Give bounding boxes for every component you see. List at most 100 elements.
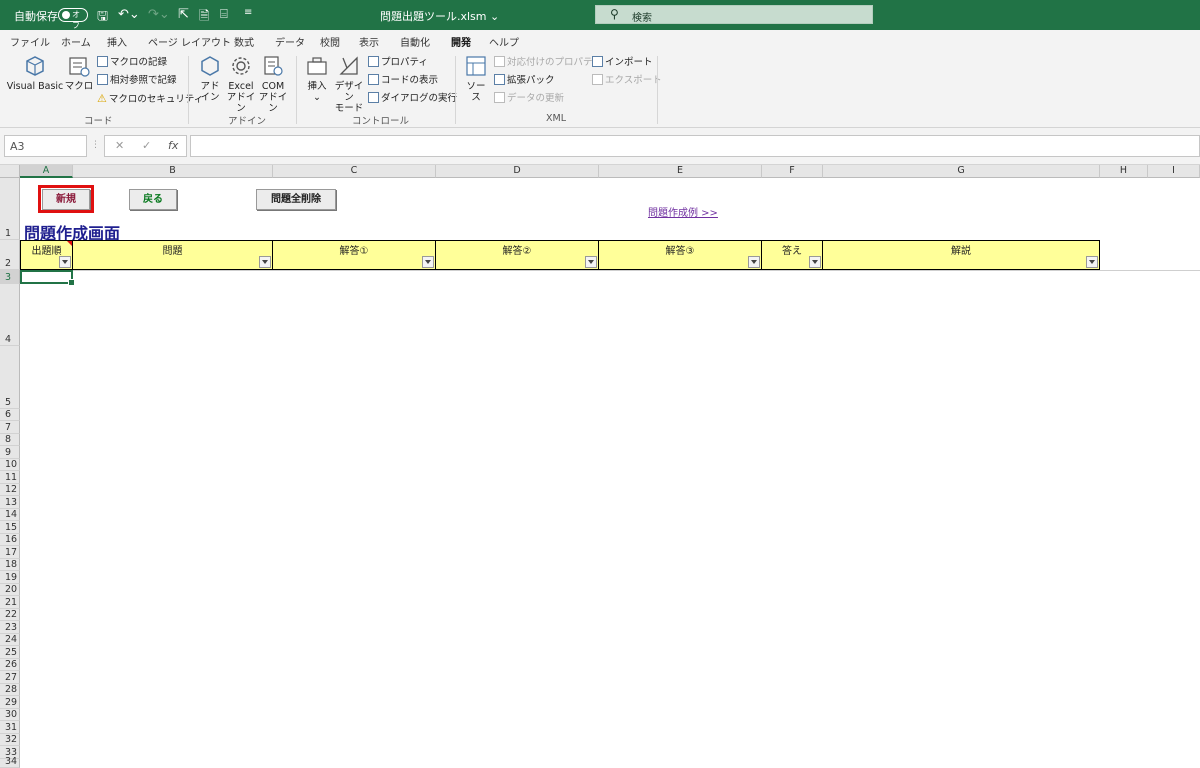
row-header-9[interactable]: 9 (0, 446, 20, 459)
row-header-31[interactable]: 31 (0, 721, 20, 734)
filter-dropdown-icon[interactable] (59, 256, 71, 268)
com-addins-button[interactable]: COM アドイン (258, 54, 288, 114)
delete-all-questions-button[interactable]: 問題全削除 (256, 189, 336, 210)
column-header-c[interactable]: C (273, 165, 436, 178)
row-header-23[interactable]: 23 (0, 621, 20, 634)
text-box-icon[interactable]: ⌸ (220, 7, 228, 22)
tab-insert[interactable]: 挿入 (107, 34, 127, 49)
expansion-packs-button[interactable]: 拡張パック (494, 74, 555, 89)
warning-icon: ⚠ (97, 92, 107, 105)
row-header-14[interactable]: 14 (0, 509, 20, 521)
row-header-4[interactable]: 4 (0, 284, 20, 346)
relative-reference-button[interactable]: 相対参照で記録 (97, 74, 177, 89)
map-properties-button[interactable]: 対応付けのプロパティ (494, 56, 601, 71)
column-header-g[interactable]: G (823, 165, 1100, 178)
row-header-30[interactable]: 30 (0, 709, 20, 721)
column-header-f[interactable]: F (762, 165, 823, 178)
tab-page-layout[interactable]: ページ レイアウト (148, 34, 231, 49)
filter-dropdown-icon[interactable] (1086, 256, 1098, 268)
design-mode-label-1: デザイン (334, 81, 364, 103)
insert-function-icon[interactable]: fx (168, 139, 178, 152)
row-header-15[interactable]: 15 (0, 521, 20, 534)
customize-qat-icon[interactable]: ≡ (244, 7, 252, 18)
tab-automate[interactable]: 自動化 (400, 34, 430, 49)
tab-home[interactable]: ホーム (61, 34, 91, 49)
view-code-button[interactable]: コードの表示 (368, 74, 438, 89)
row-header-19[interactable]: 19 (0, 571, 20, 584)
addins-button[interactable]: アド イン (196, 54, 224, 103)
column-header-e[interactable]: E (599, 165, 762, 178)
name-box[interactable]: A3 (4, 135, 87, 157)
example-link[interactable]: 問題作成例 >> (648, 204, 718, 219)
back-button[interactable]: 戻る (129, 189, 177, 210)
select-all-corner[interactable] (0, 165, 20, 178)
cancel-icon[interactable]: ✕ (115, 139, 124, 152)
filter-dropdown-icon[interactable] (809, 256, 821, 268)
row-header-1[interactable]: 1 (0, 178, 20, 240)
row-header-10[interactable]: 10 (0, 459, 20, 471)
autosave-toggle[interactable]: オフ (58, 8, 88, 30)
tab-help[interactable]: ヘルプ (489, 34, 519, 49)
insert-control-button[interactable]: 挿入 ⌄ (302, 54, 332, 103)
row-header-2[interactable]: 2 (0, 240, 20, 270)
column-header-h[interactable]: H (1100, 165, 1148, 178)
macro-button[interactable]: マクロ (64, 54, 94, 92)
filter-dropdown-icon[interactable] (585, 256, 597, 268)
design-mode-button[interactable]: デザイン モード (332, 54, 366, 114)
row-header-16[interactable]: 16 (0, 534, 20, 546)
row-header-5[interactable]: 5 (0, 346, 20, 409)
excel-addins-button[interactable]: Excel アドイン (226, 54, 256, 114)
row-header-17[interactable]: 17 (0, 546, 20, 559)
row-header-6[interactable]: 6 (0, 409, 20, 421)
row-header-25[interactable]: 25 (0, 646, 20, 659)
tab-data[interactable]: データ (275, 34, 305, 49)
source-button[interactable]: ソース (462, 54, 490, 103)
column-header-i[interactable]: I (1148, 165, 1200, 178)
row-header-34[interactable]: 34 (0, 756, 20, 768)
row-header-22[interactable]: 22 (0, 609, 20, 621)
row-header-28[interactable]: 28 (0, 684, 20, 696)
row-header-21[interactable]: 21 (0, 596, 20, 609)
active-cell-a3[interactable] (20, 270, 75, 286)
column-header-a[interactable]: A (20, 165, 73, 178)
column-header-b[interactable]: B (73, 165, 273, 178)
import-button[interactable]: インポート (592, 56, 653, 71)
refresh-data-button[interactable]: データの更新 (494, 92, 564, 107)
tab-file[interactable]: ファイル (10, 34, 50, 49)
tab-formulas[interactable]: 数式 (234, 34, 254, 49)
row-header-32[interactable]: 32 (0, 734, 20, 746)
row-header-11[interactable]: 11 (0, 471, 20, 484)
export-button[interactable]: エクスポート (592, 74, 662, 89)
row-header-12[interactable]: 12 (0, 484, 20, 496)
filter-dropdown-icon[interactable] (422, 256, 434, 268)
comment-indicator[interactable] (67, 241, 72, 246)
save-icon[interactable]: 🖫 (97, 7, 108, 29)
redo-icon[interactable]: ↷⌄ (148, 7, 170, 22)
pointer-icon[interactable]: ⇱ (178, 7, 189, 22)
visual-basic-button[interactable]: Visual Basic (6, 54, 64, 92)
row-header-7[interactable]: 7 (0, 421, 20, 434)
record-macro-button[interactable]: マクロの記録 (97, 56, 167, 71)
row-header-24[interactable]: 24 (0, 634, 20, 646)
document-icon[interactable]: 🗎 (199, 7, 209, 29)
row-header-26[interactable]: 26 (0, 659, 20, 671)
run-dialog-button[interactable]: ダイアログの実行 (368, 92, 457, 107)
enter-icon[interactable]: ✓ (142, 139, 151, 152)
row-header-13[interactable]: 13 (0, 496, 20, 509)
row-header-27[interactable]: 27 (0, 671, 20, 684)
tab-view[interactable]: 表示 (359, 34, 379, 49)
row-header-3[interactable]: 3 (0, 270, 20, 284)
tab-developer[interactable]: 開発 (451, 34, 471, 53)
undo-icon[interactable]: ↶⌄ (118, 7, 140, 22)
row-header-8[interactable]: 8 (0, 434, 20, 446)
search-box[interactable]: ⚲ 検索 (595, 5, 873, 24)
row-header-20[interactable]: 20 (0, 584, 20, 596)
row-header-18[interactable]: 18 (0, 559, 20, 571)
tab-review[interactable]: 校閲 (320, 34, 340, 49)
row-header-29[interactable]: 29 (0, 696, 20, 709)
column-header-d[interactable]: D (436, 165, 599, 178)
properties-button[interactable]: プロパティ (368, 56, 428, 71)
formula-input[interactable] (190, 135, 1200, 157)
filter-dropdown-icon[interactable] (259, 256, 271, 268)
filter-dropdown-icon[interactable] (748, 256, 760, 268)
